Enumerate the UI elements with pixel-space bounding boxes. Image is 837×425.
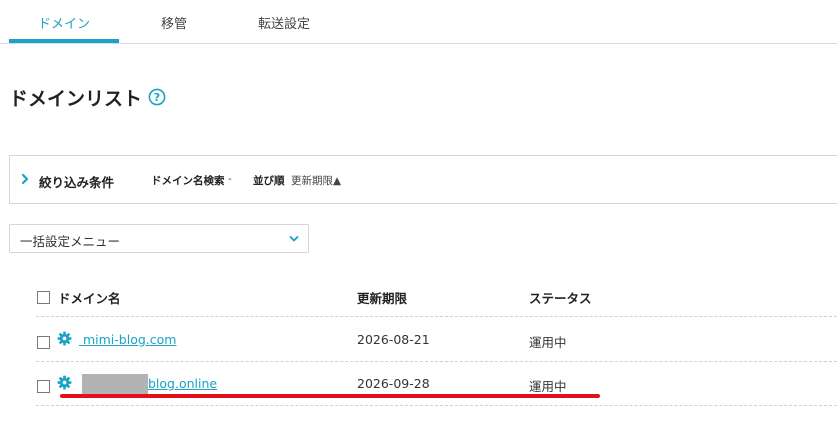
expiry-date: 2026-08-21	[357, 332, 430, 347]
domain-link[interactable]: mimi-blog.com	[79, 332, 176, 347]
sort-value: 更新期限▲	[291, 175, 342, 187]
row-divider	[36, 405, 837, 406]
chevron-right-icon[interactable]	[20, 171, 30, 187]
column-header-expiry[interactable]: 更新期限	[357, 288, 407, 307]
status-text: 運用中	[529, 379, 567, 394]
sort-label: 並び順	[253, 175, 285, 187]
tab-transfer[interactable]: 移管	[138, 0, 210, 44]
domain-list-page: ドメイン 移管 転送設定 ドメインリスト ? 絞り込み条件 ドメイン名検索 - …	[0, 0, 837, 425]
question-circle-icon[interactable]: ?	[148, 88, 166, 106]
tab-bar: ドメイン 移管 転送設定	[0, 0, 837, 44]
bulk-settings-select[interactable]: 一括設定メニュー	[9, 224, 309, 253]
filter-title[interactable]: 絞り込み条件	[39, 172, 114, 191]
svg-text:?: ?	[154, 91, 160, 104]
status-text: 運用中	[529, 335, 567, 350]
highlight-underline	[60, 394, 600, 398]
filter-panel[interactable]: 絞り込み条件 ドメイン名検索 - 並び順 更新期限▲	[9, 155, 837, 204]
page-title: ドメインリスト	[9, 88, 143, 110]
row-divider	[36, 316, 837, 317]
row-checkbox[interactable]	[37, 380, 50, 393]
tab-domain[interactable]: ドメイン	[9, 0, 119, 44]
tab-forwarding[interactable]: 転送設定	[236, 0, 332, 44]
chevron-down-icon	[289, 236, 299, 242]
redacted-domain-prefix	[82, 374, 148, 394]
select-all-checkbox[interactable]	[37, 291, 50, 304]
active-tab-indicator	[9, 39, 119, 43]
gear-icon[interactable]	[57, 375, 72, 390]
column-header-status[interactable]: ステータス	[529, 288, 592, 307]
expiry-date: 2026-09-28	[357, 376, 430, 391]
domain-link[interactable]: blog.online	[148, 376, 217, 391]
row-divider	[36, 361, 837, 362]
domain-search-value: -	[228, 173, 232, 185]
column-header-domain[interactable]: ドメイン名	[58, 288, 121, 307]
domain-search-label: ドメイン名検索	[151, 175, 225, 187]
bulk-settings-selected: 一括設定メニュー	[20, 234, 121, 249]
gear-icon[interactable]	[57, 331, 72, 346]
row-checkbox[interactable]	[37, 336, 50, 349]
